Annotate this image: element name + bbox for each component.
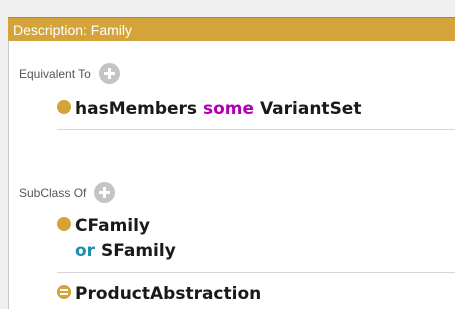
description-panel: Equivalent To hasMembers some VariantSet… [8, 41, 455, 309]
equivalent-to-label: Equivalent To [19, 66, 91, 81]
add-superclass-button[interactable] [94, 182, 116, 203]
union-second-class: SFamily [101, 241, 176, 261]
equivalent-to-section: Equivalent To [19, 63, 120, 84]
divider [57, 272, 455, 273]
superclass-name: ProductAbstraction [75, 284, 262, 304]
filler-class: VariantSet [259, 99, 362, 119]
plus-icon [99, 187, 111, 198]
class-expression-icon [57, 100, 71, 114]
or-keyword: or [75, 241, 96, 261]
superclass-union-continuation: or SFamily [75, 241, 176, 261]
description-header: Description: Family [8, 17, 455, 41]
subclass-of-section: SubClass Of [19, 182, 116, 203]
property-name: hasMembers [75, 99, 198, 119]
superclass-union-expression[interactable]: CFamily [57, 216, 150, 236]
superclass-named[interactable]: ProductAbstraction [57, 284, 261, 304]
some-keyword: some [202, 99, 255, 119]
class-expression-icon [57, 217, 71, 231]
plus-icon [103, 68, 115, 79]
named-class-icon [57, 285, 71, 299]
equivalent-expression[interactable]: hasMembers some VariantSet [57, 99, 361, 119]
subclass-of-label: SubClass Of [19, 185, 87, 200]
divider [57, 129, 455, 130]
add-equivalent-button[interactable] [98, 63, 120, 84]
description-title: Description: Family [13, 22, 133, 38]
union-first-class: CFamily [75, 216, 151, 236]
